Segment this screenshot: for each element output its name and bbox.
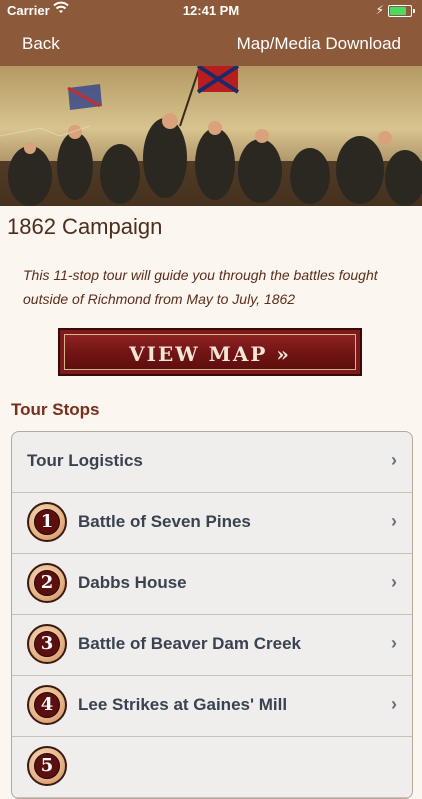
list-item-stop-5[interactable]: 5: [12, 737, 412, 798]
battery-icon: [388, 5, 415, 17]
list-item-stop-3[interactable]: 3 Battle of Beaver Dam Creek ›: [12, 615, 412, 676]
stop-number-badge: 5: [27, 746, 67, 786]
list-item-stop-4[interactable]: 4 Lee Strikes at Gaines' Mill ›: [12, 676, 412, 737]
status-bar: Carrier 12:41 PM ⚡: [0, 0, 422, 22]
stop-number-badge: 4: [27, 685, 67, 725]
stop-number-badge: 1: [27, 502, 67, 542]
list-item-stop-2[interactable]: 2 Dabbs House ›: [12, 554, 412, 615]
map-media-download-button[interactable]: Map/Media Download: [237, 34, 401, 54]
stop-number-badge: 3: [27, 624, 67, 664]
page-title: 1862 Campaign: [7, 214, 163, 239]
list-item-tour-logistics[interactable]: Tour Logistics ›: [12, 432, 412, 493]
chevron-right-icon: ›: [391, 572, 397, 592]
tour-description: This 11-stop tour will guide you through…: [23, 267, 378, 307]
view-map-label: VIEW MAP »: [64, 334, 356, 370]
list-item-label: Battle of Seven Pines: [78, 512, 251, 531]
view-map-button[interactable]: VIEW MAP »: [58, 328, 362, 376]
list-item-label: Tour Logistics: [27, 451, 143, 470]
list-item-label: Dabbs House: [78, 573, 187, 592]
back-button[interactable]: Back: [22, 34, 60, 54]
hero-image: [0, 66, 422, 206]
list-item-label: Lee Strikes at Gaines' Mill: [78, 695, 288, 714]
charging-icon: ⚡: [375, 3, 384, 17]
battery-level: [390, 7, 406, 15]
list-item-stop-1[interactable]: 1 Battle of Seven Pines ›: [12, 493, 412, 554]
tour-stops-list: Tour Logistics › 1 Battle of Seven Pines…: [11, 431, 413, 799]
tour-stops-heading: Tour Stops: [11, 400, 100, 419]
navigation-bar: Back Map/Media Download: [0, 22, 422, 66]
stop-number-badge: 2: [27, 563, 67, 603]
chevron-right-icon: ›: [391, 694, 397, 714]
chevron-right-icon: ›: [391, 511, 397, 531]
clock: 12:41 PM: [182, 3, 240, 18]
chevron-right-icon: ›: [391, 633, 397, 653]
list-item-label: Battle of Beaver Dam Creek: [78, 634, 301, 653]
chevron-right-icon: ›: [391, 450, 397, 470]
battle-painting-image: [0, 66, 422, 206]
